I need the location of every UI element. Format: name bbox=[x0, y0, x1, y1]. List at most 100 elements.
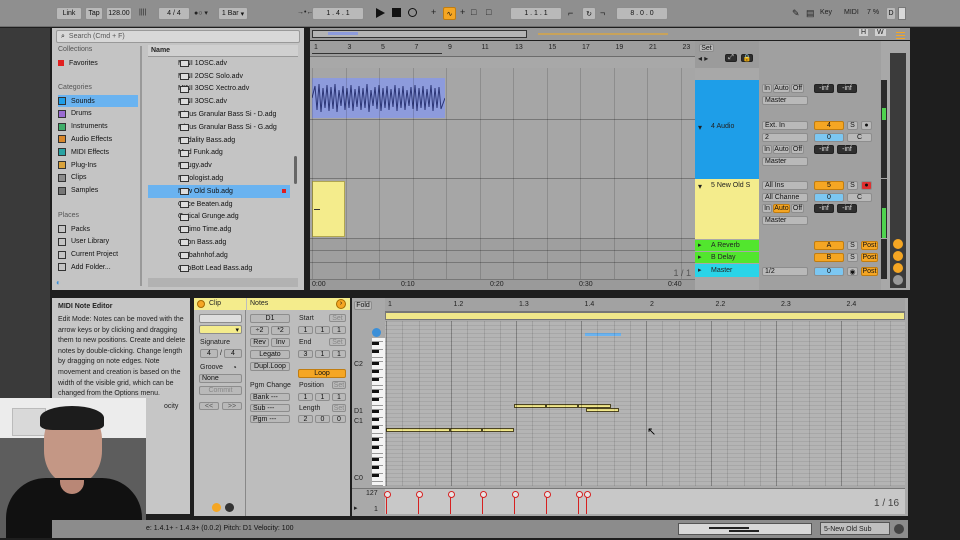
sidebar-item-instruments[interactable]: Instruments bbox=[58, 121, 138, 133]
clip-color-select[interactable]: ▾ bbox=[199, 325, 242, 334]
list-item[interactable]: Ostbahnhof.adg bbox=[148, 249, 290, 262]
velocity-marker[interactable] bbox=[448, 491, 455, 514]
piano-black-key[interactable] bbox=[372, 458, 379, 461]
fold-icon[interactable]: ▸ bbox=[698, 253, 702, 261]
set-button[interactable]: Set bbox=[699, 44, 714, 52]
length-set-button[interactable]: Set bbox=[332, 404, 346, 412]
position-bar-field[interactable]: 1 bbox=[298, 393, 313, 401]
return-lane-a[interactable] bbox=[310, 239, 695, 251]
input-type-select[interactable]: Ext. In bbox=[762, 121, 808, 130]
volume-display[interactable]: -inf bbox=[814, 84, 834, 93]
legato-button[interactable]: Legato bbox=[250, 350, 290, 359]
note-grid[interactable]: ↖ bbox=[385, 321, 905, 486]
notes-activator-icon[interactable]: › bbox=[336, 299, 346, 309]
sidebar-item-user-library[interactable]: User Library bbox=[58, 236, 109, 248]
list-item[interactable]: MINI 3OSC.adv bbox=[148, 95, 290, 108]
song-position-field[interactable]: 1 . 4 . 1 bbox=[312, 7, 364, 20]
overview-minimap[interactable] bbox=[678, 523, 812, 535]
master-routing-select[interactable]: 1/2 bbox=[762, 267, 808, 276]
sidebar-item-current-project[interactable]: Current Project bbox=[58, 249, 118, 261]
list-item[interactable]: Optimo Time.adg bbox=[148, 223, 290, 236]
sidebar-item-clips[interactable]: Clips bbox=[58, 172, 138, 184]
return-lane-b[interactable] bbox=[310, 251, 695, 263]
fold-icon[interactable]: ▾ bbox=[698, 123, 702, 132]
fold-h-icon[interactable]: H bbox=[859, 29, 869, 36]
monitor-off-button[interactable]: Off bbox=[791, 84, 804, 93]
pan-display[interactable]: -inf bbox=[837, 84, 857, 93]
nav-left-button[interactable]: << bbox=[199, 402, 219, 410]
velocity-marker[interactable] bbox=[584, 491, 591, 514]
list-item[interactable]: Once Beaten.adg bbox=[148, 198, 290, 211]
monitor-auto-button[interactable]: Auto bbox=[773, 145, 790, 154]
list-item[interactable]: Mud Funk.adg bbox=[148, 147, 290, 160]
sends-icon[interactable] bbox=[893, 251, 903, 261]
end-sixteenth-field[interactable]: 1 bbox=[332, 350, 346, 358]
track-activator[interactable]: 4 bbox=[814, 121, 844, 130]
piano-black-key[interactable] bbox=[372, 438, 379, 441]
track-lane-midi[interactable] bbox=[310, 179, 695, 239]
sidebar-scrollbar[interactable] bbox=[140, 46, 142, 286]
duplicate-loop-button[interactable]: Dupl.Loop bbox=[250, 362, 290, 371]
midi-clip[interactable] bbox=[312, 181, 345, 237]
piano-black-key[interactable] bbox=[372, 466, 379, 469]
master-volume-field[interactable]: 0 bbox=[814, 267, 844, 276]
list-item[interactable]: Muugy.adv bbox=[148, 159, 290, 172]
track-header-1[interactable] bbox=[695, 80, 759, 120]
list-item[interactable]: MINI 2OSC Solo.adv bbox=[148, 70, 290, 83]
end-beat-field[interactable]: 1 bbox=[315, 350, 330, 358]
automation-arm-icon[interactable]: ∿ bbox=[443, 7, 456, 20]
file-list-scrollbar[interactable] bbox=[294, 156, 297, 184]
notes-tab[interactable]: Notes › bbox=[247, 298, 350, 310]
punch-in-icon[interactable]: ⌐ bbox=[568, 8, 573, 18]
follow-icon[interactable]: →•← bbox=[297, 9, 313, 16]
fold-w-icon[interactable]: W bbox=[875, 29, 886, 36]
list-item[interactable]: MINI 1OSC.adv bbox=[148, 57, 290, 70]
sidebar-item-sounds[interactable]: Sounds bbox=[58, 95, 138, 107]
return-header-a[interactable]: ▸ A Reverb bbox=[695, 240, 759, 251]
list-item[interactable]: Orion Bass.adg bbox=[148, 236, 290, 249]
list-item[interactable]: New Old Sub.adg bbox=[148, 185, 290, 198]
output-select[interactable]: Master bbox=[762, 216, 808, 225]
input-channel-select[interactable]: 2 bbox=[762, 133, 808, 142]
output-select[interactable]: Master bbox=[762, 157, 808, 166]
link-button[interactable]: Link bbox=[56, 7, 82, 20]
return-activator[interactable]: B bbox=[814, 253, 844, 262]
groove-select[interactable]: None bbox=[199, 374, 242, 383]
piano-roll-keys[interactable] bbox=[372, 338, 385, 486]
velocity-lane-toggle-icon[interactable]: ▸ bbox=[354, 504, 358, 512]
track-header-audio[interactable]: ▾ 4 Audio bbox=[695, 120, 759, 179]
sidebar-item-add-folder-[interactable]: Add Folder... bbox=[58, 261, 111, 273]
monitor-auto-button[interactable]: Auto bbox=[773, 204, 790, 213]
monitor-in-button[interactable]: In bbox=[762, 84, 772, 93]
sidebar-item-favorites[interactable]: Favorites bbox=[58, 57, 98, 69]
cue-icon[interactable]: ◉ bbox=[847, 267, 858, 276]
length-sixteenth-field[interactable]: 0 bbox=[332, 415, 346, 423]
groove-hotswap-icon[interactable]: ◔ bbox=[232, 363, 237, 372]
metro-quantize-select[interactable]: 1 Bar ▾ bbox=[218, 7, 248, 20]
clip-activator-icon[interactable] bbox=[197, 300, 205, 308]
arm-button[interactable]: ● bbox=[861, 181, 872, 190]
input-type-select[interactable]: All Ins bbox=[762, 181, 808, 190]
piano-black-key[interactable] bbox=[372, 446, 379, 449]
track-lane-audio[interactable] bbox=[310, 120, 695, 179]
list-item[interactable]: Minus Granular Bass Si - D.adg bbox=[148, 108, 290, 121]
tap-button[interactable]: Tap bbox=[85, 7, 103, 20]
position-set-button[interactable]: Set bbox=[332, 381, 346, 389]
mixer-icon[interactable] bbox=[893, 275, 903, 285]
loop-start-field[interactable]: 1 . 1 . 1 bbox=[510, 7, 562, 20]
sub-field[interactable]: Sub --- bbox=[250, 404, 290, 412]
pan-display[interactable]: -inf bbox=[837, 145, 857, 154]
solo-button[interactable]: S bbox=[847, 241, 858, 250]
loop-length-field[interactable]: 8 . 0 . 0 bbox=[616, 7, 668, 20]
pan-field[interactable]: C bbox=[847, 133, 872, 142]
length-bar-field[interactable]: 2 bbox=[298, 415, 313, 423]
double-length-button[interactable]: *2 bbox=[271, 326, 290, 335]
record-icon[interactable] bbox=[408, 8, 417, 17]
help-icon[interactable] bbox=[894, 524, 904, 534]
clip-tab[interactable]: Clip bbox=[194, 298, 246, 310]
track-lane-1[interactable] bbox=[310, 68, 695, 120]
piano-white-key[interactable] bbox=[372, 482, 383, 486]
fold-icon[interactable]: ▸ bbox=[698, 266, 702, 274]
session-record-icon[interactable]: □ bbox=[471, 7, 476, 17]
input-channel-select[interactable]: All Channe bbox=[762, 193, 808, 202]
